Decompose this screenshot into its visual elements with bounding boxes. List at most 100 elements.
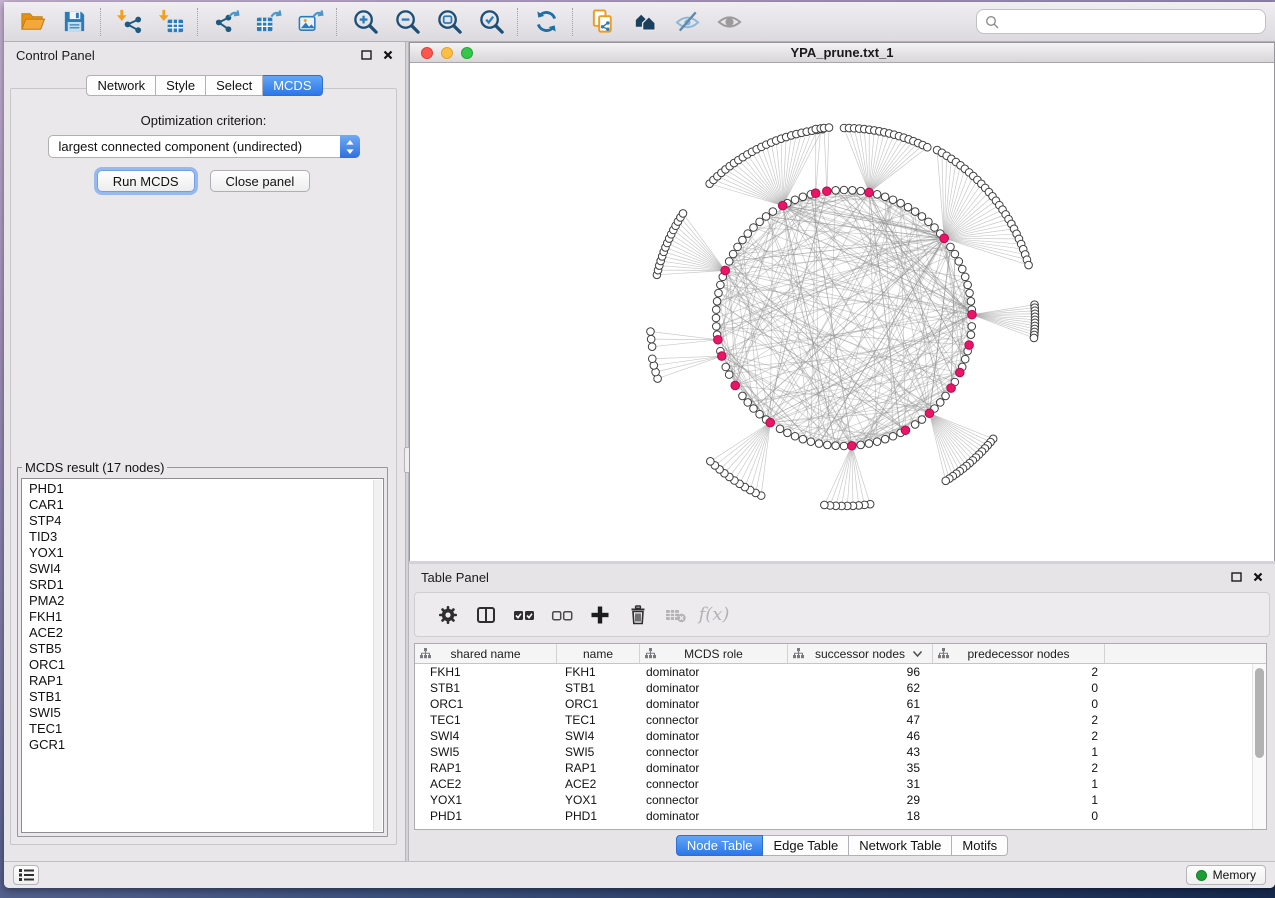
network-node[interactable] <box>807 438 815 446</box>
table-row[interactable]: SWI4SWI4dominator462 <box>415 728 1252 744</box>
network-node[interactable] <box>857 441 865 449</box>
table-cell[interactable]: 31 <box>788 776 933 792</box>
table-cell[interactable]: 35 <box>788 760 933 776</box>
network-node[interactable] <box>955 258 963 266</box>
network-node[interactable] <box>889 432 897 440</box>
network-node[interactable] <box>791 432 799 440</box>
mcds-result-item[interactable]: TID3 <box>29 529 383 545</box>
network-node[interactable] <box>647 328 655 336</box>
clone-network-button[interactable] <box>585 5 621 39</box>
network-window-titlebar[interactable]: YPA_prune.txt_1 <box>410 43 1274 63</box>
table-cell[interactable]: RAP1 <box>557 760 640 776</box>
network-node[interactable] <box>776 425 784 433</box>
table-cell[interactable]: 2 <box>933 664 1105 680</box>
network-node[interactable] <box>857 187 865 195</box>
export-network-button[interactable] <box>208 5 244 39</box>
network-node[interactable] <box>717 281 725 289</box>
mcds-node[interactable] <box>968 310 977 319</box>
network-node[interactable] <box>967 331 975 339</box>
network-node[interactable] <box>897 199 905 207</box>
network-node[interactable] <box>734 243 742 251</box>
network-node[interactable] <box>762 213 770 221</box>
network-node[interactable] <box>750 224 758 232</box>
table-cell[interactable]: 96 <box>788 664 933 680</box>
export-image-button[interactable] <box>292 5 328 39</box>
network-node[interactable] <box>961 355 969 363</box>
network-graph[interactable] <box>410 63 1274 561</box>
network-node[interactable] <box>951 250 959 258</box>
network-node[interactable] <box>849 186 857 194</box>
table-cell[interactable]: dominator <box>640 728 788 744</box>
tab-node-table[interactable]: Node Table <box>676 835 764 856</box>
table-cell[interactable]: 47 <box>788 712 933 728</box>
network-node[interactable] <box>873 438 881 446</box>
network-node[interactable] <box>911 421 919 429</box>
network-node[interactable] <box>947 243 955 251</box>
table-cell[interactable]: ORC1 <box>415 696 557 712</box>
network-node[interactable] <box>942 392 950 400</box>
table-cell[interactable]: 0 <box>933 808 1105 824</box>
window-close-button[interactable] <box>421 47 433 59</box>
mcds-result-item[interactable]: STB5 <box>29 641 383 657</box>
network-node[interactable] <box>904 203 912 211</box>
network-node[interactable] <box>729 250 737 258</box>
table-cell[interactable]: PHD1 <box>557 808 640 824</box>
zoom-selected-button[interactable] <box>473 5 509 39</box>
import-table-button[interactable] <box>153 5 189 39</box>
table-cell[interactable]: dominator <box>640 808 788 824</box>
table-row[interactable]: FKH1FKH1dominator962 <box>415 664 1252 680</box>
table-cell[interactable]: FKH1 <box>557 664 640 680</box>
mcds-result-item[interactable]: STP4 <box>29 513 383 529</box>
tab-select[interactable]: Select <box>206 75 263 96</box>
table-panel-close-button[interactable] <box>1253 572 1263 582</box>
window-maximize-button[interactable] <box>461 47 473 59</box>
network-canvas[interactable] <box>410 63 1274 561</box>
table-cell[interactable]: connector <box>640 712 788 728</box>
table-cell[interactable]: SWI5 <box>415 744 557 760</box>
network-node[interactable] <box>648 343 656 351</box>
mcds-node[interactable] <box>947 384 956 393</box>
tab-motifs[interactable]: Motifs <box>952 835 1008 856</box>
table-cell[interactable]: 0 <box>933 696 1105 712</box>
table-scrollbar[interactable] <box>1252 664 1266 829</box>
column-header-MCDS-role[interactable]: MCDS role <box>640 644 788 663</box>
mcds-node[interactable] <box>721 266 730 275</box>
network-node[interactable] <box>925 218 933 226</box>
table-cell[interactable]: 29 <box>788 792 933 808</box>
network-node[interactable] <box>725 258 733 266</box>
network-node[interactable] <box>712 323 720 331</box>
network-node[interactable] <box>739 236 747 244</box>
export-table-button[interactable] <box>250 5 286 39</box>
mcds-node[interactable] <box>714 335 723 344</box>
mcds-node[interactable] <box>901 426 910 435</box>
table-cell[interactable]: dominator <box>640 664 788 680</box>
zoom-in-button[interactable] <box>347 5 383 39</box>
first-neighbors-button[interactable] <box>627 5 663 39</box>
table-cell[interactable]: dominator <box>640 760 788 776</box>
mcds-result-item[interactable]: PMA2 <box>29 593 383 609</box>
table-cell[interactable]: 1 <box>933 792 1105 808</box>
network-node[interactable] <box>966 289 974 297</box>
table-cell[interactable]: 0 <box>933 680 1105 696</box>
mcds-node[interactable] <box>848 441 857 450</box>
column-header-predecessor-nodes[interactable]: predecessor nodes <box>933 644 1105 663</box>
network-node[interactable] <box>784 429 792 437</box>
table-cell[interactable]: ACE2 <box>415 776 557 792</box>
network-node[interactable] <box>679 210 687 218</box>
control-panel-close-button[interactable] <box>383 50 393 60</box>
table-cell[interactable]: STB1 <box>415 680 557 696</box>
network-node[interactable] <box>967 297 975 305</box>
network-node[interactable] <box>799 435 807 443</box>
table-cell[interactable]: dominator <box>640 680 788 696</box>
zoom-fit-button[interactable] <box>431 5 467 39</box>
table-cell[interactable]: 2 <box>933 728 1105 744</box>
table-row[interactable]: ORC1ORC1dominator610 <box>415 696 1252 712</box>
table-cell[interactable]: 62 <box>788 680 933 696</box>
table-row[interactable]: SWI5SWI5connector431 <box>415 744 1252 760</box>
table-cell[interactable]: connector <box>640 744 788 760</box>
show-all-button[interactable] <box>711 5 747 39</box>
network-node[interactable] <box>961 273 969 281</box>
table-row[interactable]: YOX1YOX1connector291 <box>415 792 1252 808</box>
window-minimize-button[interactable] <box>441 47 453 59</box>
network-node[interactable] <box>815 440 823 448</box>
